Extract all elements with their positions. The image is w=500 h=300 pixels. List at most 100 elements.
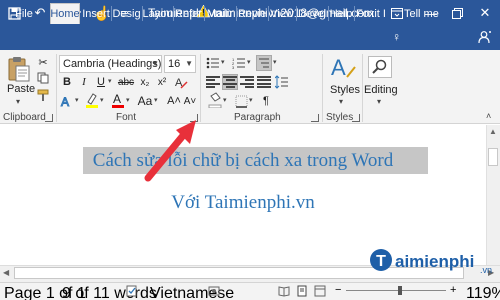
- restore-icon[interactable]: [446, 3, 468, 23]
- grow-font-icon[interactable]: A˄: [166, 93, 182, 109]
- show-hide-marks-icon[interactable]: ¶: [258, 93, 274, 109]
- borders-icon[interactable]: [233, 93, 249, 109]
- clipboard-dialog-launcher[interactable]: [45, 114, 53, 122]
- vertical-scroll-thumb[interactable]: [488, 148, 498, 166]
- editing-button[interactable]: Editing: [364, 84, 398, 96]
- font-name-dropdown[interactable]: Cambria (Headings) ▼: [59, 55, 162, 73]
- tab-file[interactable]: File: [10, 3, 38, 24]
- read-mode-icon[interactable]: [278, 284, 290, 300]
- document-heading[interactable]: Cách sửa lỗi chữ bị cách xa trong Word: [0, 147, 486, 174]
- tab-view[interactable]: View: [269, 3, 295, 24]
- tab-developer[interactable]: Devel: [297, 3, 327, 24]
- macro-record-icon[interactable]: [208, 284, 220, 300]
- tab-foxit[interactable]: Foxit I: [355, 3, 387, 24]
- styles-dropdown-icon[interactable]: ▾: [339, 97, 343, 106]
- ribbon-tabs: [0, 26, 500, 50]
- zoom-in-button[interactable]: +: [450, 284, 456, 296]
- lightbulb-icon: ♀: [392, 30, 401, 44]
- close-icon[interactable]: ✕: [474, 3, 496, 23]
- tab-layout[interactable]: Layou: [143, 3, 172, 24]
- editing-search-icon[interactable]: [368, 56, 392, 78]
- copy-icon[interactable]: [35, 70, 51, 86]
- tab-mailings[interactable]: Mailir: [205, 3, 235, 24]
- shrink-font-icon[interactable]: A˅: [182, 93, 198, 109]
- tab-references[interactable]: Refer: [174, 3, 203, 24]
- scroll-left-icon[interactable]: ◀: [3, 268, 9, 277]
- styles-button[interactable]: Styles: [330, 84, 360, 96]
- zoom-slider-thumb[interactable]: [398, 286, 402, 295]
- numbering-icon[interactable]: 123: [231, 55, 247, 71]
- document-subheading[interactable]: Với Taimienphi.vn: [0, 189, 486, 216]
- group-label-font: Font: [116, 112, 137, 123]
- font-name-value: Cambria (Headings): [63, 58, 162, 70]
- bullets-dropdown-icon[interactable]: ▾: [221, 58, 225, 66]
- subscript-button[interactable]: x₂: [137, 74, 153, 90]
- paste-dropdown-icon[interactable]: ▾: [16, 97, 20, 106]
- font-size-value: 16: [168, 58, 181, 70]
- bullets-icon[interactable]: [205, 55, 221, 71]
- multilevel-list-icon[interactable]: [256, 55, 272, 71]
- watermark-letter: T: [376, 253, 386, 270]
- tab-insert[interactable]: Insert: [82, 3, 110, 24]
- italic-button[interactable]: I: [76, 74, 92, 90]
- annotation-arrow: [144, 120, 196, 182]
- group-separator: [362, 54, 363, 122]
- group-separator: [56, 54, 57, 122]
- font-color-dropdown-icon[interactable]: ▾: [126, 96, 130, 104]
- print-layout-icon[interactable]: [296, 284, 308, 300]
- clear-formatting-icon[interactable]: A: [173, 74, 189, 90]
- line-spacing-icon[interactable]: [274, 74, 290, 90]
- superscript-button[interactable]: x²: [154, 74, 170, 90]
- multilevel-dropdown-icon[interactable]: ▾: [273, 58, 277, 66]
- format-painter-icon[interactable]: [35, 87, 51, 103]
- paste-button[interactable]: Paste: [7, 83, 35, 95]
- svg-text:3: 3: [232, 65, 235, 69]
- svg-text:A: A: [113, 92, 121, 106]
- shading-dropdown-icon[interactable]: ▾: [223, 96, 227, 104]
- change-case-icon[interactable]: Aa: [137, 93, 153, 109]
- align-right-icon[interactable]: [239, 74, 255, 90]
- change-case-dropdown-icon[interactable]: ▾: [154, 96, 158, 104]
- font-size-dropdown[interactable]: 16 ▼: [164, 55, 196, 73]
- highlight-icon[interactable]: [84, 92, 100, 108]
- text-effects-icon[interactable]: A: [59, 93, 75, 109]
- scroll-up-icon[interactable]: ▲: [489, 127, 497, 136]
- proofing-icon[interactable]: [126, 284, 138, 300]
- vertical-scrollbar[interactable]: [486, 125, 500, 265]
- word-count[interactable]: 9 of 11 words: [62, 285, 157, 300]
- align-left-icon[interactable]: [205, 74, 221, 90]
- zoom-level[interactable]: 119%: [466, 285, 500, 300]
- strikethrough-button[interactable]: abc: [118, 74, 134, 90]
- tab-review[interactable]: Revie: [237, 3, 267, 24]
- share-icon[interactable]: [478, 30, 492, 49]
- styles-dialog-launcher[interactable]: [352, 114, 360, 122]
- group-separator: [200, 54, 201, 122]
- web-layout-icon[interactable]: [314, 284, 326, 300]
- text-effects-dropdown-icon[interactable]: ▾: [75, 96, 79, 104]
- watermark-tld: .vn: [480, 265, 492, 275]
- styles-icon[interactable]: A: [329, 55, 357, 86]
- shading-icon[interactable]: [207, 92, 223, 108]
- tab-home[interactable]: Home: [50, 3, 80, 24]
- paragraph-dialog-launcher[interactable]: [311, 114, 319, 122]
- numbering-dropdown-icon[interactable]: ▾: [247, 58, 251, 66]
- zoom-out-button[interactable]: −: [335, 284, 341, 296]
- group-label-clipboard: Clipboard: [3, 112, 46, 123]
- tell-me-search[interactable]: Tell me: [404, 3, 446, 24]
- borders-dropdown-icon[interactable]: ▾: [249, 96, 253, 104]
- editing-dropdown-icon[interactable]: ▾: [377, 97, 381, 106]
- justify-icon[interactable]: [256, 74, 272, 90]
- group-label-paragraph: Paragraph: [234, 112, 281, 123]
- zoom-slider-track[interactable]: [346, 290, 446, 291]
- underline-button[interactable]: U: [93, 74, 109, 90]
- language-indicator[interactable]: Vietnamese: [150, 285, 234, 300]
- collapse-ribbon-icon[interactable]: ˄: [486, 111, 491, 121]
- tab-design[interactable]: Desig: [112, 3, 141, 24]
- tab-help[interactable]: Help: [329, 3, 353, 24]
- font-color-icon[interactable]: A: [110, 92, 126, 108]
- underline-dropdown-icon[interactable]: ▾: [108, 77, 112, 85]
- align-center-icon[interactable]: [222, 74, 238, 90]
- bold-button[interactable]: B: [59, 74, 75, 90]
- highlight-dropdown-icon[interactable]: ▾: [100, 96, 104, 104]
- cut-icon[interactable]: ✂: [35, 54, 51, 70]
